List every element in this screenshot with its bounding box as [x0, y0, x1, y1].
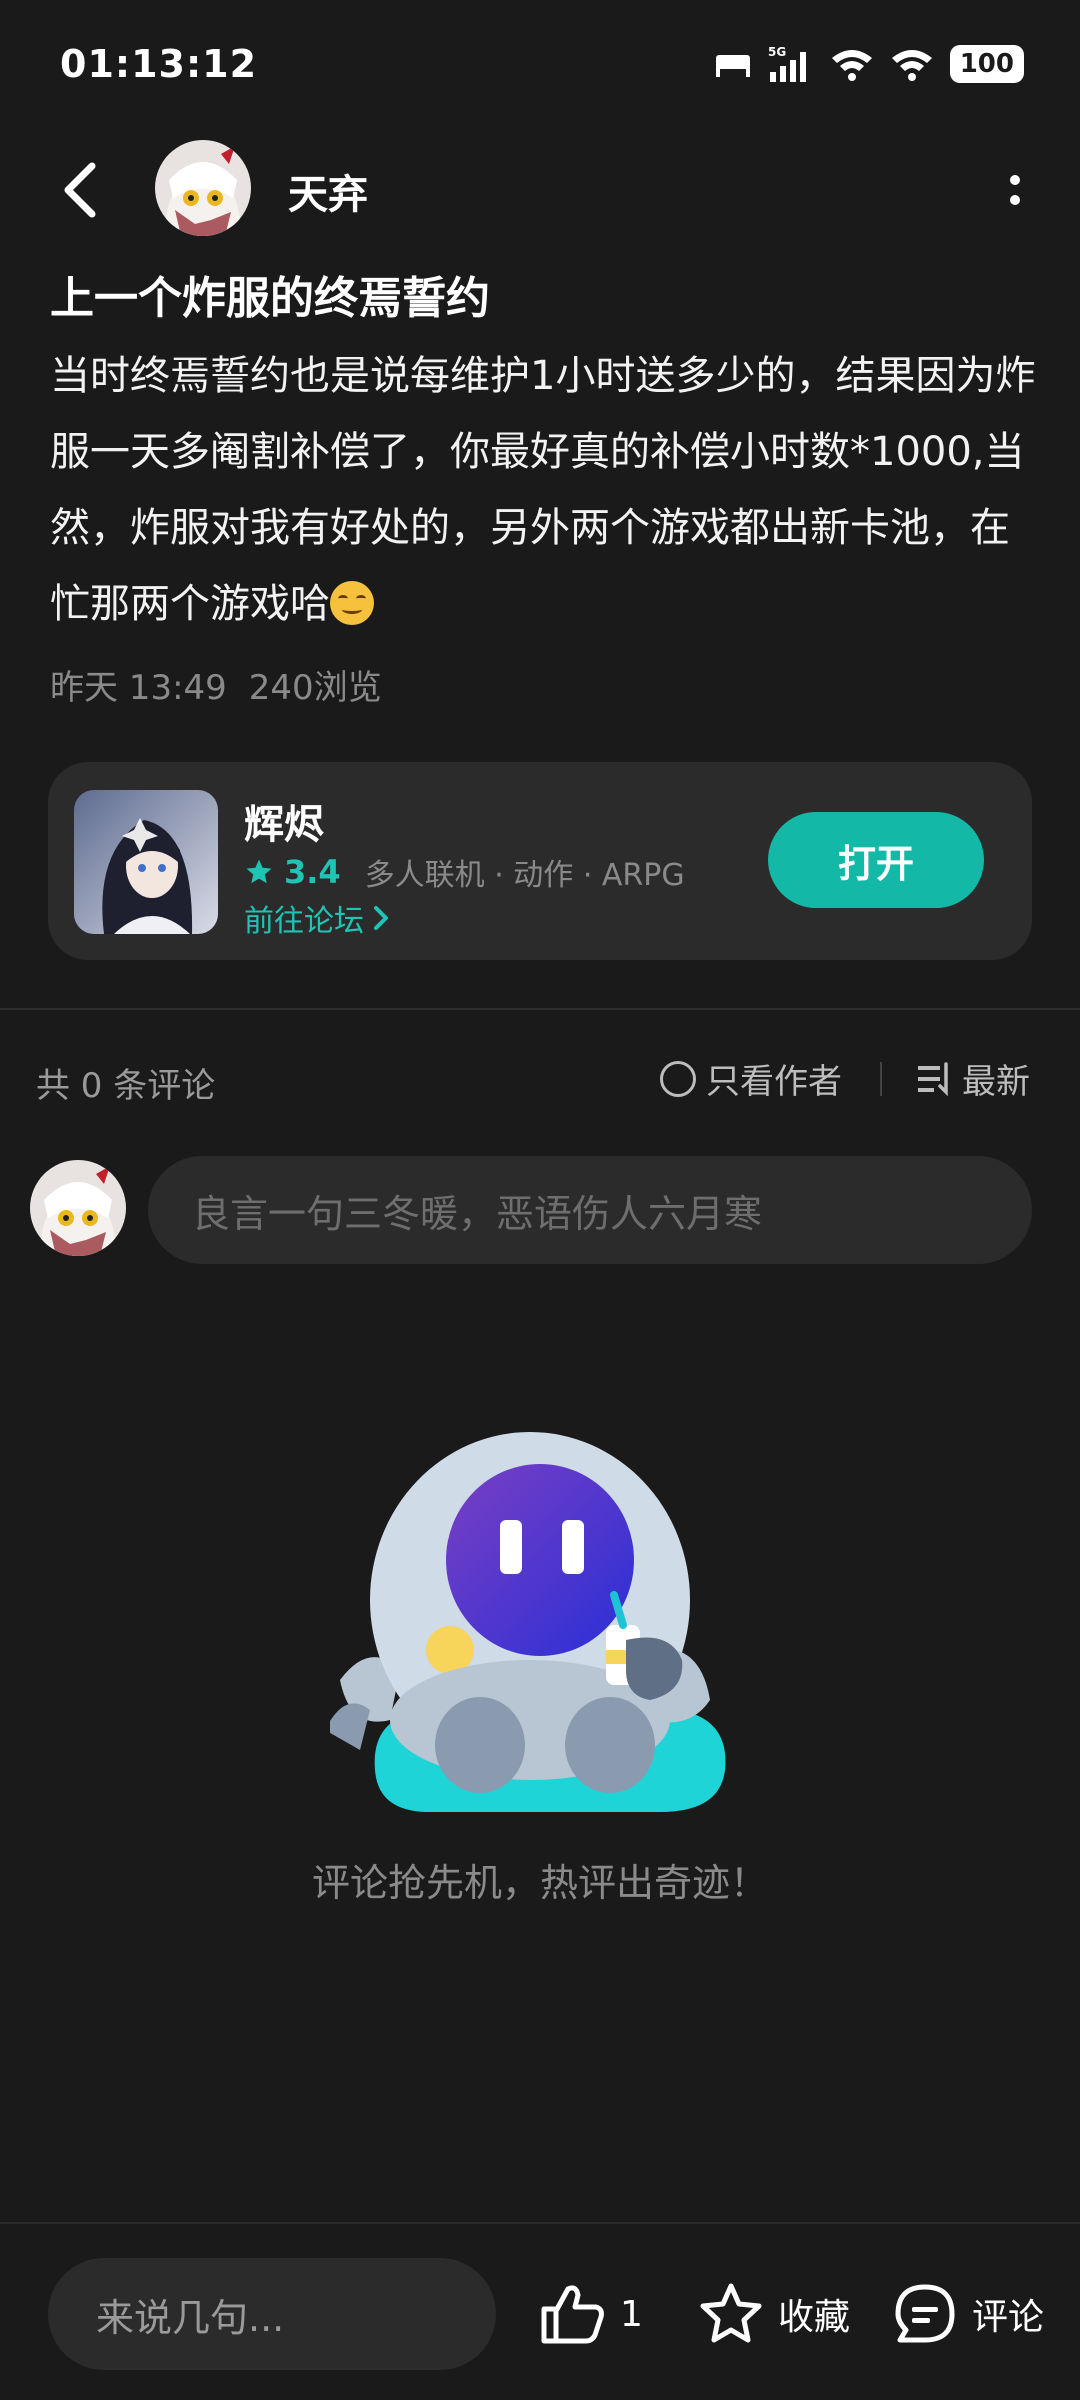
game-icon[interactable]	[74, 790, 218, 934]
thumbs-up-icon	[541, 2285, 604, 2344]
status-icons: 5G 100	[714, 44, 1024, 84]
game-name[interactable]: 辉烬	[244, 792, 324, 850]
filter-author-only[interactable]: 只看作者	[660, 1054, 842, 1103]
comments-count: 共 0 条评论	[36, 1066, 216, 1106]
like-button[interactable]: 1	[540, 2278, 643, 2350]
sort-icon	[918, 1061, 948, 1096]
wifi-icon-2	[891, 50, 932, 81]
bed-icon	[715, 55, 750, 77]
signal-icon: 5G	[768, 45, 806, 82]
comment-label: 评论	[972, 2297, 1045, 2338]
bottom-bar-separator	[0, 2222, 1080, 2224]
empty-state-mascot	[325, 1420, 760, 1840]
star-outline-icon	[700, 2283, 762, 2343]
post-body-text: 当时终焉誓约也是说每维护1小时送多少的，结果因为炸服一天多阉割补偿了，你最好真的…	[50, 353, 1036, 627]
status-time: 01:13:12	[60, 42, 258, 86]
game-tags: 多人联机 · 动作 · ARPG	[364, 858, 685, 893]
post-body: 当时终焉誓约也是说每维护1小时送多少的，结果因为炸服一天多阉割补偿了，你最好真的…	[50, 338, 1040, 642]
battery-indicator: 100	[949, 45, 1024, 83]
my-avatar[interactable]	[30, 1160, 126, 1256]
empty-state-text: 评论抢先机，热评出奇迹！	[311, 1861, 768, 1905]
comment-button[interactable]: 评论	[892, 2278, 1044, 2350]
like-count: 1	[620, 2293, 643, 2335]
smiling-face-emoji-icon	[330, 581, 374, 625]
wifi-icon	[831, 50, 872, 81]
game-rating: 3.4 多人联机 · 动作 · ARPG	[244, 850, 685, 894]
comment-bubble-icon	[895, 2284, 955, 2343]
comment-input[interactable]: 良言一句三冬暖，恶语伤人六月寒	[148, 1156, 1032, 1264]
forum-link[interactable]: 前往论坛	[244, 896, 390, 940]
post-meta: 昨天 13:49 240浏览	[50, 660, 382, 709]
forum-link-label: 前往论坛	[244, 904, 364, 939]
author-avatar[interactable]	[155, 140, 251, 236]
back-button[interactable]	[50, 155, 110, 225]
chevron-right-icon	[374, 906, 388, 930]
status-bar: 01:13:12 5G 100	[0, 0, 1080, 130]
filter-separator	[880, 1062, 882, 1096]
more-icon	[1010, 175, 1020, 185]
post-header: 天弃	[0, 130, 1080, 250]
post-views: 240浏览	[248, 668, 382, 708]
back-icon	[64, 162, 96, 218]
author-name[interactable]: 天弃	[288, 162, 368, 220]
more-button[interactable]	[990, 160, 1040, 220]
star-icon	[246, 859, 272, 884]
divider	[0, 1008, 1080, 1010]
sort-newest[interactable]: 最新	[916, 1054, 1030, 1103]
favorite-label: 收藏	[778, 2297, 851, 2338]
radio-circle-icon	[660, 1060, 696, 1097]
post-date: 昨天 13:49	[50, 668, 227, 708]
filter-author-label: 只看作者	[706, 1062, 842, 1102]
bottom-comment-input[interactable]: 来说几句...	[48, 2258, 496, 2370]
favorite-button[interactable]: 收藏	[698, 2278, 850, 2350]
post-title: 上一个炸服的终焉誓约	[50, 273, 490, 324]
sort-label: 最新	[962, 1062, 1030, 1102]
rating-value: 3.4	[284, 853, 341, 891]
open-game-button[interactable]: 打开	[768, 812, 984, 908]
game-card[interactable]: 辉烬 3.4 多人联机 · 动作 · ARPG 前往论坛 打开	[48, 762, 1032, 960]
network-type: 5G	[768, 45, 786, 59]
